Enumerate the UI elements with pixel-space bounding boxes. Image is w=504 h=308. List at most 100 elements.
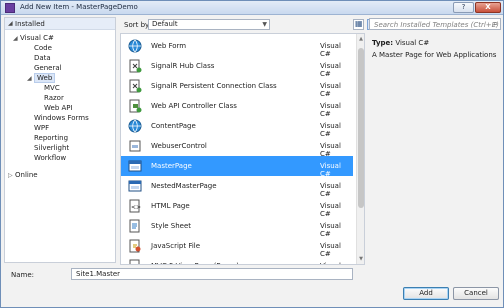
template-name: MasterPage: [151, 162, 192, 170]
tree-item[interactable]: Data: [27, 53, 51, 63]
template-name: HTML Page: [151, 202, 190, 210]
close-button[interactable]: X: [475, 2, 501, 13]
html-page-icon: <>: [128, 199, 142, 213]
sort-by-label: Sort by:: [124, 21, 152, 29]
window-title: Add New Item - MasterPageDemo: [20, 3, 138, 11]
name-label: Name:: [11, 271, 35, 279]
tree-item[interactable]: Silverlight: [27, 143, 69, 153]
template-item[interactable]: SignalR Persistent Connection Class Visua…: [121, 76, 353, 98]
collapse-triangle-icon: ◢: [8, 20, 13, 27]
name-row: Name: Site1.Master: [1, 268, 503, 282]
installed-label: Installed: [15, 20, 45, 28]
type-value: Visual C#: [395, 39, 430, 47]
user-control-icon: [128, 139, 142, 153]
tree-item[interactable]: Windows Forms: [27, 113, 89, 123]
scroll-thumb[interactable]: [358, 48, 364, 208]
template-toolbar: Sort by: Default ▼ ▦ ☰: [120, 18, 378, 32]
template-name: Web Form: [151, 42, 187, 50]
template-name: ContentPage: [151, 122, 196, 130]
sort-dropdown-value: Default: [152, 20, 178, 28]
grid-view-icon: ▦: [355, 19, 363, 28]
tree-item[interactable]: Workflow: [27, 153, 66, 163]
tree-item[interactable]: Web API: [37, 103, 73, 113]
cancel-button[interactable]: Cancel: [453, 287, 499, 300]
add-button[interactable]: Add: [403, 287, 449, 300]
template-item[interactable]: Style Sheet Visual C#: [121, 216, 353, 238]
tree-item[interactable]: Reporting: [27, 133, 68, 143]
sort-dropdown[interactable]: Default ▼: [148, 19, 270, 30]
template-item[interactable]: JavaScript File Visual C#: [121, 236, 353, 258]
visual-studio-icon: [5, 3, 15, 13]
template-name: SignalR Hub Class: [151, 62, 215, 70]
category-tree-panel: ◢ Installed ◢ Visual C# Code Data General ◢ We…: [4, 17, 116, 263]
template-item[interactable]: ContentPage Visual C#: [121, 116, 353, 138]
tree-item-label: Windows Forms: [34, 114, 89, 122]
template-details-panel: Type: Visual C# A Master Page for Web Ap…: [369, 33, 501, 265]
template-item[interactable]: WebuserControl Visual C#: [121, 136, 353, 158]
tree-item[interactable]: ◢ Visual C#: [13, 33, 54, 43]
tree-item-online[interactable]: ▷ Online: [8, 170, 38, 180]
installed-header[interactable]: ◢ Installed: [5, 18, 115, 30]
signalr-icon: [128, 59, 142, 73]
template-name: Web API Controller Class: [151, 102, 237, 110]
expanded-triangle-icon[interactable]: ◢: [13, 34, 20, 44]
template-item[interactable]: Web API Controller Class Visual C#: [121, 96, 353, 118]
tree-item[interactable]: WPF: [27, 123, 49, 133]
template-name: MVC 5 View Page (Razor): [151, 262, 239, 264]
template-language: Visual C#: [320, 262, 353, 264]
template-name: WebuserControl: [151, 142, 207, 150]
template-name: SignalR Persistent Connection Class: [151, 82, 277, 90]
tree-item-label: Web: [34, 73, 56, 83]
tree-item-label: Visual C#: [20, 34, 54, 42]
tree-item-label: Workflow: [34, 154, 67, 162]
tree-item-label: Reporting: [34, 134, 69, 142]
help-button[interactable]: ?: [453, 2, 474, 13]
template-name: NestedMasterPage: [151, 182, 217, 190]
master-page-icon: [128, 179, 142, 193]
signalr-icon: [128, 79, 142, 93]
template-item[interactable]: MasterPage Visual C#: [121, 156, 353, 178]
template-item[interactable]: MVC 5 View Page (Razor) Visual C#: [121, 256, 353, 264]
style-sheet-icon: [128, 219, 142, 233]
template-list: Web Form Visual C# SignalR Hub Class Visual…: [120, 33, 365, 265]
search-icon[interactable]: ⌕: [494, 19, 498, 29]
template-list-scrollbar[interactable]: ▲ ▼: [356, 34, 364, 264]
tree-item[interactable]: Code: [27, 43, 52, 53]
class-file-icon: [128, 99, 142, 113]
online-label: Online: [15, 171, 38, 179]
tree-item[interactable]: General: [27, 63, 62, 73]
tree-item[interactable]: Razor: [37, 93, 64, 103]
template-name: JavaScript File: [151, 242, 201, 250]
chevron-down-icon: ▼: [262, 21, 267, 28]
tree-item-label: Web API: [44, 104, 73, 112]
title-bar[interactable]: Add New Item - MasterPageDemo ? X: [1, 1, 503, 15]
type-label: Type:: [372, 39, 394, 47]
collapsed-triangle-icon[interactable]: ▷: [8, 171, 15, 181]
tree-item-label: Data: [34, 54, 51, 62]
template-item[interactable]: NestedMasterPage Visual C#: [121, 176, 353, 198]
template-item[interactable]: Web Form Visual C#: [121, 36, 353, 58]
search-templates-input[interactable]: Search Installed Templates (Ctrl+E) ⌕: [369, 18, 501, 30]
tree-item-label: Code: [34, 44, 52, 52]
grid-view-button[interactable]: ▦: [353, 19, 364, 30]
tree-item-label: MVC: [44, 84, 60, 92]
tree-item[interactable]: MVC: [37, 83, 60, 93]
name-field[interactable]: Site1.Master: [71, 268, 353, 280]
tree-item-label: Silverlight: [34, 144, 70, 152]
template-description: A Master Page for Web Applications: [372, 51, 497, 59]
tree-item[interactable]: ◢ Web: [27, 73, 56, 84]
add-new-item-dialog: Add New Item - MasterPageDemo ? X ◢ Inst…: [0, 0, 504, 308]
scroll-down-arrow-icon[interactable]: ▼: [357, 255, 365, 263]
template-type: Type: Visual C#: [372, 39, 429, 47]
scroll-up-arrow-icon[interactable]: ▲: [357, 35, 365, 43]
template-item[interactable]: SignalR Hub Class Visual C#: [121, 56, 353, 78]
template-item[interactable]: <> HTML Page Visual C#: [121, 196, 353, 218]
search-placeholder: Search Installed Templates (Ctrl+E): [374, 21, 499, 29]
master-page-icon: [128, 159, 142, 173]
svg-text:<>: <>: [131, 204, 141, 211]
tree-item-label: Razor: [44, 94, 64, 102]
tree-item-label: General: [34, 64, 62, 72]
tree-item-label: WPF: [34, 124, 50, 132]
expanded-triangle-icon[interactable]: ◢: [27, 74, 34, 84]
globe-icon: [128, 39, 142, 53]
